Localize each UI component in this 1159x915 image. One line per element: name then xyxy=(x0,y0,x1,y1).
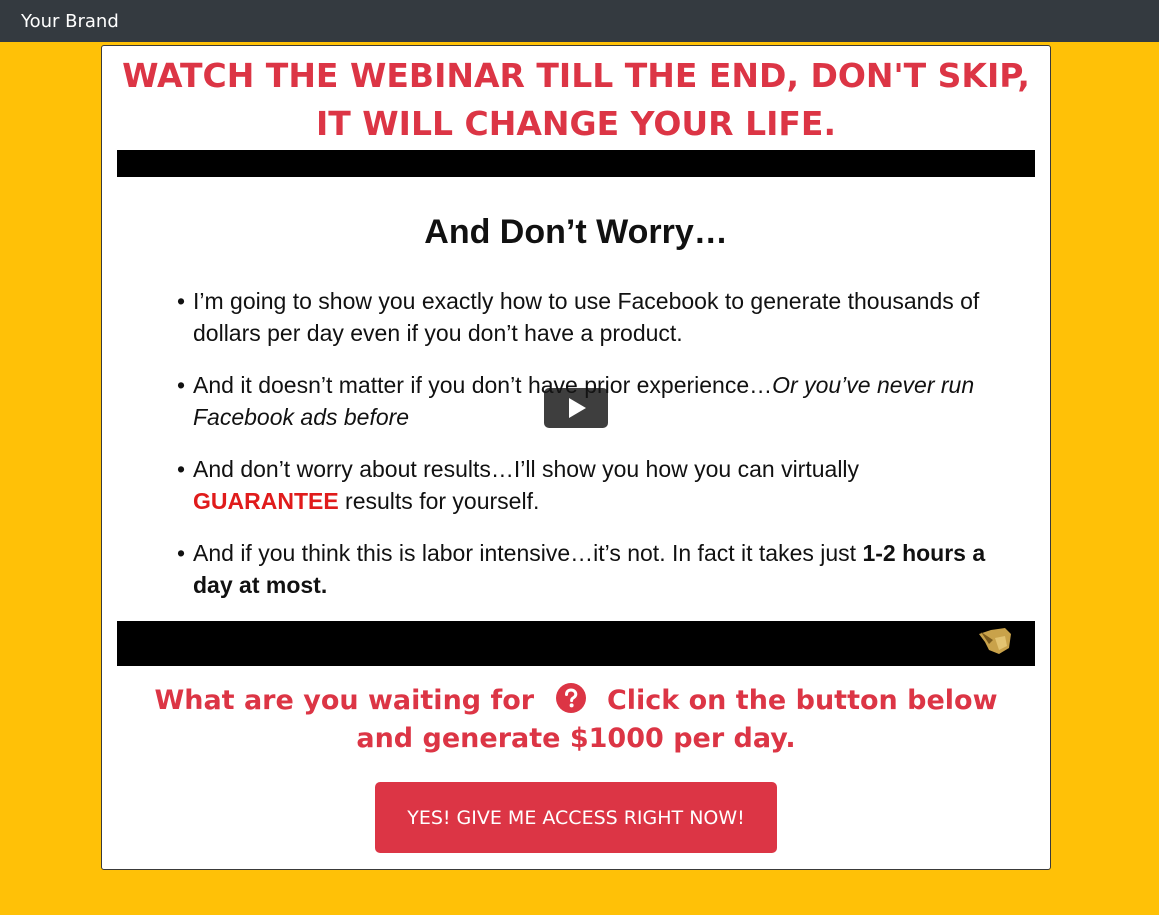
bullet-text: And it doesn’t matter if you don’t have … xyxy=(193,372,773,398)
slide-bullets: I’m going to show you exactly how to use… xyxy=(177,285,997,621)
cta-text: What are you waiting for Click on the bu… xyxy=(122,682,1030,758)
cta-text-before: What are you waiting for xyxy=(154,685,535,716)
play-icon[interactable] xyxy=(544,388,608,428)
bullet-item: And if you think this is labor intensive… xyxy=(177,537,997,601)
bullet-text: And if you think this is labor intensive… xyxy=(193,540,863,566)
access-button[interactable]: YES! GIVE ME ACCESS RIGHT NOW! xyxy=(375,782,777,853)
headline: WATCH THE WEBINAR TILL THE END, DON'T SK… xyxy=(122,56,1030,143)
slide-title: And Don’t Worry… xyxy=(424,213,728,251)
guarantee-text: GUARANTEE xyxy=(193,488,339,514)
main-card: WATCH THE WEBINAR TILL THE END, DON'T SK… xyxy=(101,45,1051,870)
bullet-item: I’m going to show you exactly how to use… xyxy=(177,285,997,349)
question-circle-icon xyxy=(555,683,586,713)
brand-link[interactable]: Your Brand xyxy=(21,11,119,32)
bullet-text: results for yourself. xyxy=(338,488,540,514)
navbar: Your Brand xyxy=(0,0,1159,42)
video-player[interactable]: And Don’t Worry… I’m going to show you e… xyxy=(117,150,1035,666)
hand-pointer-icon xyxy=(979,628,1011,654)
bullet-item: And don’t worry about results…I’ll show … xyxy=(177,453,997,517)
bullet-text: I’m going to show you exactly how to use… xyxy=(193,288,980,346)
bullet-text: And don’t worry about results…I’ll show … xyxy=(193,456,860,482)
